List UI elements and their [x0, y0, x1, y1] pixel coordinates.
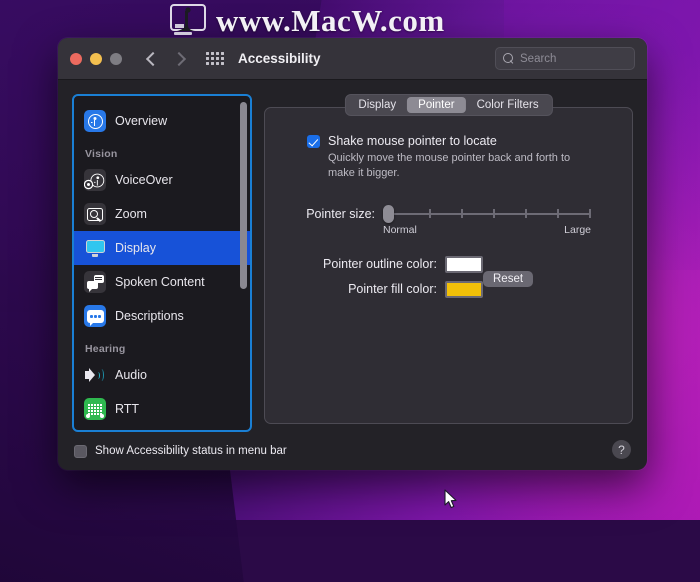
page-title: Accessibility [238, 51, 321, 66]
sidebar-item-label: Spoken Content [115, 275, 205, 289]
fill-color-row: Pointer fill color: [287, 280, 610, 298]
forward-chevron-icon [172, 52, 186, 66]
search-field[interactable] [495, 47, 635, 70]
tab-color-filters[interactable]: Color Filters [466, 97, 550, 113]
fill-color-label: Pointer fill color: [348, 282, 437, 297]
sidebar-item-label: Zoom [115, 207, 147, 221]
sidebar-item-label: Descriptions [115, 309, 184, 323]
sidebar-item-voiceover[interactable]: VoiceOver [74, 163, 250, 197]
sidebar-scrollbar[interactable] [240, 102, 247, 424]
sidebar-item-label: Overview [115, 114, 168, 128]
sidebar-item-spoken-content[interactable]: Spoken Content [74, 265, 250, 299]
sidebar-group-hearing: Hearing [85, 343, 126, 355]
sidebar-item-overview[interactable]: Overview [74, 104, 250, 138]
caption-bubble-icon [84, 305, 106, 327]
back-chevron-icon[interactable] [144, 52, 158, 66]
shake-pointer-checkbox[interactable] [307, 135, 320, 148]
navigation-buttons [144, 52, 186, 66]
window-titlebar: Accessibility [58, 38, 647, 80]
sidebar-item-zoom[interactable]: Zoom [74, 197, 250, 231]
shake-pointer-label: Shake mouse pointer to locate [328, 134, 497, 148]
sidebar-item-label: RTT [115, 402, 140, 416]
speech-bubbles-icon [84, 271, 106, 293]
grid-dots-icon[interactable] [206, 51, 224, 66]
search-input[interactable] [520, 52, 627, 65]
sidebar-group-vision: Vision [85, 148, 118, 160]
pointer-settings-panel: Shake mouse pointer to locate Quickly mo… [264, 107, 633, 424]
shake-pointer-description: Quickly move the mouse pointer back and … [328, 152, 571, 179]
pointer-size-scale: Normal Large [383, 224, 591, 236]
maximize-button [110, 52, 122, 65]
menu-bar-status-row[interactable]: Show Accessibility status in menu bar [74, 444, 287, 458]
minimize-button[interactable] [90, 52, 102, 65]
zoom-magnifier-icon [84, 203, 106, 225]
main-content-pane: Display Pointer Color Filters Shake mous… [264, 94, 633, 432]
sidebar-item-label: Audio [115, 368, 147, 382]
menu-bar-status-label: Show Accessibility status in menu bar [95, 445, 287, 457]
outline-color-label: Pointer outline color: [323, 257, 437, 272]
accessibility-feature-sidebar[interactable]: Overview Vision VoiceOver Zoom Display S… [72, 94, 252, 432]
sidebar-item-display[interactable]: Display [74, 231, 250, 265]
pointer-color-block: Pointer outline color: Pointer fill colo… [287, 255, 610, 298]
sidebar-scroll-area: Overview Vision VoiceOver Zoom Display S… [74, 104, 250, 430]
slider-knob[interactable] [383, 204, 394, 223]
slider-track [389, 212, 591, 215]
accessibility-preferences-window: Accessibility Overview Vision [58, 38, 647, 470]
pointer-size-slider[interactable] [383, 204, 591, 223]
sidebar-item-audio[interactable]: Audio [74, 358, 250, 392]
rtt-teletype-icon [84, 398, 106, 420]
pointer-outline-color-swatch[interactable] [445, 255, 483, 273]
pointer-size-label: Pointer size: [306, 206, 375, 221]
settings-tab-bar[interactable]: Display Pointer Color Filters [344, 94, 553, 116]
pointer-size-row: Pointer size: [287, 204, 610, 223]
sidebar-item-descriptions[interactable]: Descriptions [74, 299, 250, 333]
close-button[interactable] [70, 52, 82, 65]
reset-button[interactable]: Reset [483, 270, 534, 287]
slider-min-label: Normal [383, 223, 417, 236]
display-monitor-icon [84, 237, 106, 259]
tab-display[interactable]: Display [347, 97, 407, 113]
tab-pointer[interactable]: Pointer [407, 97, 466, 113]
slider-max-label: Large [564, 223, 591, 236]
pointer-fill-color-swatch[interactable] [445, 280, 483, 298]
accessibility-person-icon [84, 110, 106, 132]
window-footer: Show Accessibility status in menu bar ? [58, 432, 647, 470]
shake-pointer-row[interactable]: Shake mouse pointer to locate Quickly mo… [307, 134, 610, 181]
search-icon [503, 53, 514, 64]
sidebar-item-label: Display [115, 241, 156, 255]
sidebar-item-rtt[interactable]: RTT [74, 392, 250, 426]
voiceover-icon [84, 169, 106, 191]
help-question-icon[interactable]: ? [612, 440, 631, 459]
speaker-waves-icon [84, 364, 106, 386]
outline-color-row: Pointer outline color: [287, 255, 610, 273]
menu-bar-status-checkbox[interactable] [74, 445, 87, 458]
window-body: Overview Vision VoiceOver Zoom Display S… [58, 80, 647, 432]
traffic-lights [70, 52, 122, 65]
sidebar-scrollbar-thumb[interactable] [240, 102, 247, 289]
sidebar-item-label: VoiceOver [115, 173, 173, 187]
